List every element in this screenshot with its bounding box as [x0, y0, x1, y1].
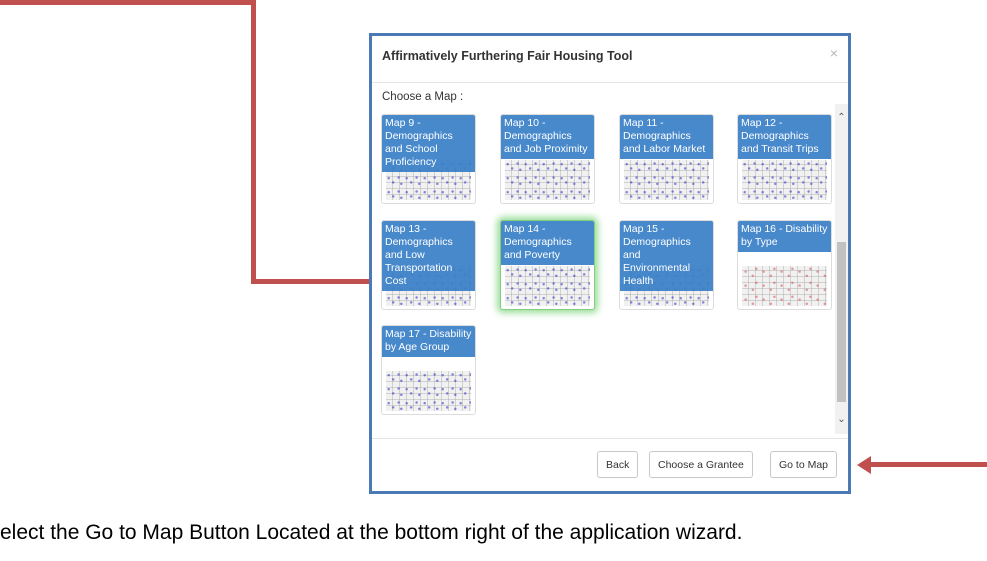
map-tile-label: Map 15 - Demographics and Environmental … [620, 221, 713, 291]
go-to-map-button[interactable]: Go to Map [770, 451, 838, 478]
map-tile-10[interactable]: Map 10 - Demographics and Job Proximity [500, 114, 595, 204]
map-tile-13[interactable]: Map 13 - Demographics and Low Transporta… [381, 220, 476, 310]
scroll-up-icon[interactable]: ⌃ [836, 112, 847, 124]
instruction-caption: elect the Go to Map Button Located at th… [0, 521, 743, 544]
scrollbar-thumb[interactable] [837, 242, 846, 402]
map-tile-label: Map 10 - Demographics and Job Proximity [501, 115, 594, 159]
map-thumbnail [624, 160, 709, 200]
choose-map-label: Choose a Map : [382, 91, 464, 103]
map-thumbnail [742, 266, 827, 306]
map-tile-label: Map 11 - Demographics and Labor Market [620, 115, 713, 159]
map-tile-16[interactable]: Map 16 - Disability by Type [737, 220, 832, 310]
tile-grid-scrollbar[interactable]: ⌃ ⌄ [835, 104, 848, 434]
map-tile-12[interactable]: Map 12 - Demographics and Transit Trips [737, 114, 832, 204]
close-icon[interactable]: × [830, 45, 838, 61]
map-tile-11[interactable]: Map 11 - Demographics and Labor Market [619, 114, 714, 204]
dialog-title: Affirmatively Furthering Fair Housing To… [382, 49, 633, 63]
map-thumbnail [505, 266, 590, 306]
choose-grantee-button[interactable]: Choose a Grantee [649, 451, 753, 478]
dialog-footer: Back Choose a Grantee Go to Map [372, 438, 848, 491]
map-tile-label: Map 17 - Disability by Age Group [382, 326, 475, 357]
scroll-down-icon[interactable]: ⌄ [836, 414, 847, 426]
map-thumbnail [505, 160, 590, 200]
map-tile-grid: Map 9 - Demographics and School Proficie… [372, 104, 848, 434]
map-tile-label: Map 14 - Demographics and Poverty [501, 221, 594, 265]
map-tile-label: Map 12 - Demographics and Transit Trips [738, 115, 831, 159]
map-thumbnail [386, 371, 471, 411]
map-tile-15[interactable]: Map 15 - Demographics and Environmental … [619, 220, 714, 310]
map-tile-label: Map 13 - Demographics and Low Transporta… [382, 221, 475, 291]
map-chooser-dialog: Affirmatively Furthering Fair Housing To… [369, 33, 851, 494]
back-button[interactable]: Back [597, 451, 639, 478]
map-tile-label: Map 16 - Disability by Type [738, 221, 831, 252]
callout-arrow-right-segment [869, 462, 987, 467]
map-tile-14[interactable]: Map 14 - Demographics and Poverty [500, 220, 595, 310]
callout-arrow-left-vertical-segment [251, 0, 256, 284]
map-tile-label: Map 9 - Demographics and School Proficie… [382, 115, 475, 172]
map-tile-9[interactable]: Map 9 - Demographics and School Proficie… [381, 114, 476, 204]
dialog-header: Affirmatively Furthering Fair Housing To… [372, 36, 848, 83]
map-tile-17[interactable]: Map 17 - Disability by Age Group [381, 325, 476, 415]
map-thumbnail [742, 160, 827, 200]
callout-arrow-left-top-segment [0, 0, 256, 5]
